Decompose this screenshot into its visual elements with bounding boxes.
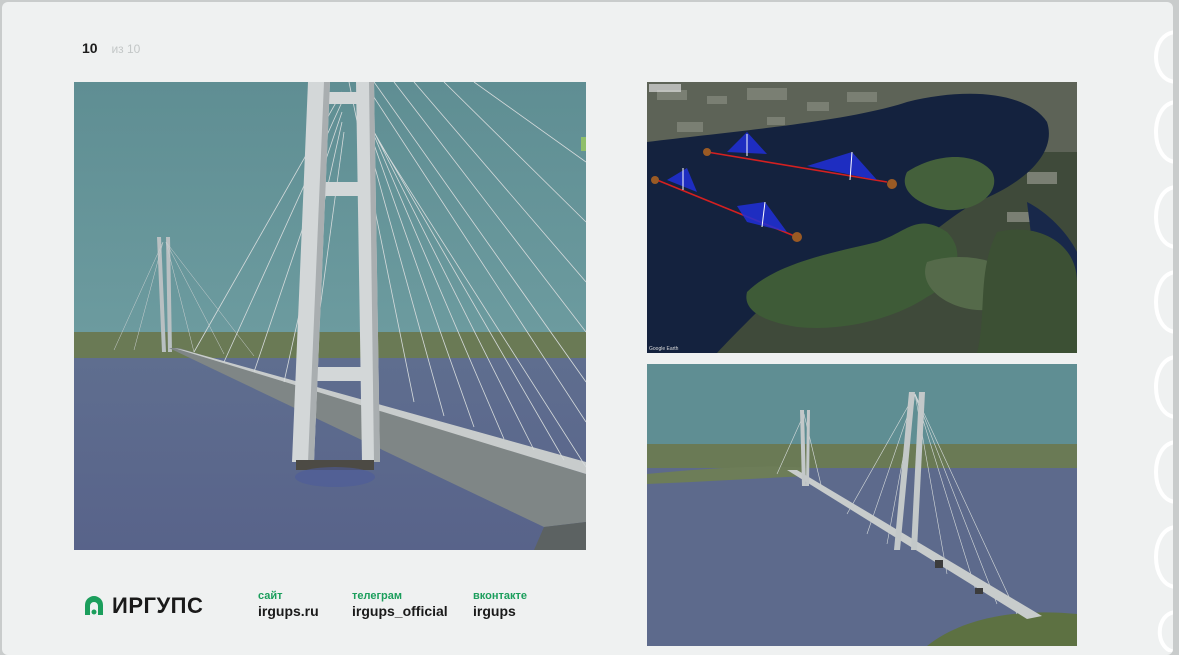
- contact-telegram-value[interactable]: irgups_official: [352, 603, 448, 620]
- contact-vk[interactable]: вконтакте irgups: [473, 590, 527, 620]
- page-current: 10: [82, 40, 98, 56]
- contact-vk-label: вконтакте: [473, 590, 528, 602]
- page-counter: 10 из 10: [82, 40, 140, 56]
- map-caption: Google Earth: [649, 346, 679, 352]
- brand-logo[interactable]: ИРГУПС: [82, 593, 203, 619]
- bridge-route-map-image: Google Earth: [647, 82, 1077, 353]
- bridge-render-main-image: [74, 82, 586, 550]
- bridge-render-side-image: [647, 364, 1077, 646]
- contact-telegram-label: телеграм: [352, 590, 403, 602]
- slide: 10 из 10 Google Earth ИРГУПС сайт irgups…: [2, 2, 1173, 655]
- decorative-outline-graphic: [1154, 30, 1173, 652]
- contact-telegram[interactable]: телеграм irgups_official: [352, 590, 448, 620]
- contact-vk-value[interactable]: irgups: [473, 603, 527, 620]
- page-total: из 10: [111, 42, 141, 56]
- contact-site-label: сайт: [258, 590, 283, 602]
- brand-name: ИРГУПС: [112, 593, 204, 618]
- irgups-logo-icon: [85, 596, 103, 615]
- contact-site-value[interactable]: irgups.ru: [258, 603, 319, 620]
- contact-site[interactable]: сайт irgups.ru: [258, 590, 319, 620]
